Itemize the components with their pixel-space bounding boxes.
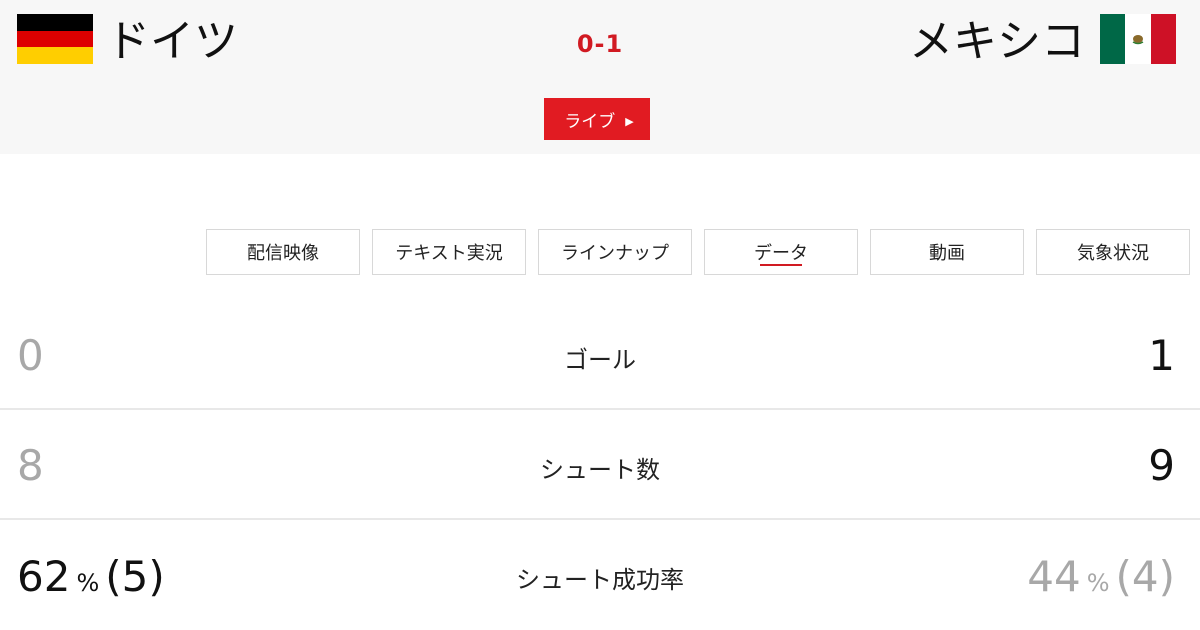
live-button-label: ライブ bbox=[564, 111, 616, 132]
live-button[interactable]: ライブ ▶ bbox=[544, 98, 650, 140]
stat-row-goals: 0 ゴール 1 bbox=[0, 300, 1200, 410]
tab-label: 配信映像 bbox=[247, 243, 319, 264]
tab-label: テキスト実況 bbox=[395, 243, 503, 264]
tab-weather[interactable]: 気象状況 bbox=[1036, 229, 1190, 275]
mexico-emblem-icon bbox=[1132, 35, 1144, 45]
tab-video[interactable]: 動画 bbox=[870, 229, 1024, 275]
away-accuracy-count: (4) bbox=[1115, 552, 1176, 601]
away-goals-value: 1 bbox=[1148, 331, 1175, 380]
stat-row-shot-accuracy: 62% (5) シュート成功率 44% (4) bbox=[0, 520, 1200, 630]
tab-label: データ bbox=[754, 243, 808, 264]
away-accuracy-percent: 44 bbox=[1027, 552, 1081, 601]
away-accuracy-value: 44% (4) bbox=[1027, 552, 1175, 608]
match-header: ドイツ 0-1 メキシコ ライブ ▶ bbox=[0, 0, 1200, 154]
tab-label: ラインナップ bbox=[561, 243, 669, 264]
tab-bar: 配信映像 テキスト実況 ラインナップ データ 動画 気象状況 bbox=[206, 229, 1190, 275]
tab-label: 動画 bbox=[929, 243, 965, 264]
stat-label: シュート成功率 bbox=[516, 566, 684, 594]
stat-label: ゴール bbox=[564, 346, 636, 374]
away-team-name[interactable]: メキシコ bbox=[909, 12, 1085, 72]
tab-label: 気象状況 bbox=[1077, 243, 1149, 264]
active-tab-indicator bbox=[760, 264, 802, 266]
tab-text-commentary[interactable]: テキスト実況 bbox=[372, 229, 526, 275]
stat-row-shots: 8 シュート数 9 bbox=[0, 410, 1200, 520]
tab-stream[interactable]: 配信映像 bbox=[206, 229, 360, 275]
tab-lineup[interactable]: ラインナップ bbox=[538, 229, 692, 275]
play-arrow-icon: ▶ bbox=[625, 114, 634, 128]
away-shots-value: 9 bbox=[1148, 441, 1175, 490]
stat-label: シュート数 bbox=[540, 456, 660, 484]
percent-sign: % bbox=[1086, 569, 1110, 597]
mexico-flag-icon bbox=[1100, 14, 1176, 64]
tab-data[interactable]: データ bbox=[704, 229, 858, 275]
